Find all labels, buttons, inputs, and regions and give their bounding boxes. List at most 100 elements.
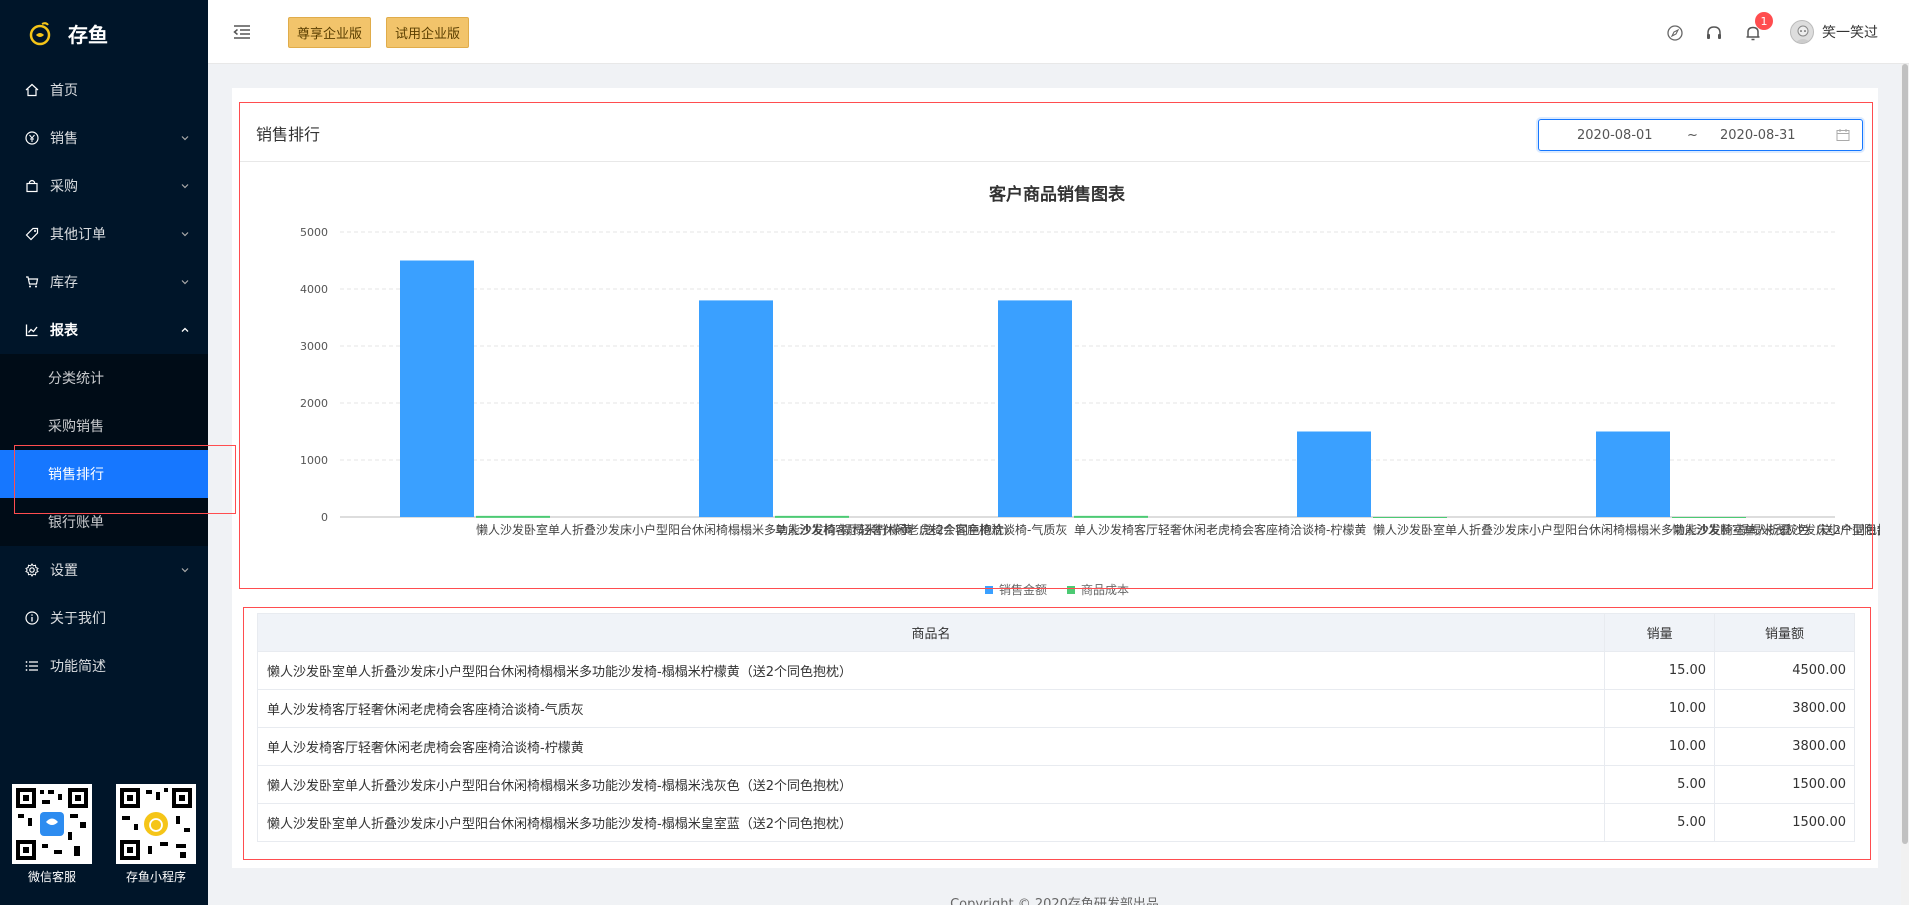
x-tick-label: 单人沙发椅客厅轻奢休闲老虎椅会客座椅洽谈椅-柠檬黄 — [1074, 522, 1366, 537]
sidebar-subitem-category-stats[interactable]: 分类统计 — [0, 354, 208, 402]
legend-swatch — [1067, 586, 1075, 594]
bar-product-cost — [1074, 515, 1148, 518]
sidebar-item-inventory[interactable]: 库存 — [0, 258, 208, 306]
y-tick-label: 4000 — [300, 283, 328, 296]
sidebar-item-label: 首页 — [50, 83, 78, 99]
qr-code-image — [116, 784, 196, 864]
sidebar-subitem-purchase-sales[interactable]: 采购销售 — [0, 402, 208, 450]
table-row[interactable]: 懒人沙发卧室单人折叠沙发床小户型阳台休闲椅榻榻米多功能沙发椅-榻榻米浅灰色（送2… — [256, 765, 1855, 804]
premium-edition-button[interactable]: 尊享企业版 — [288, 17, 372, 48]
cell-quantity: 5.00 — [1604, 803, 1716, 842]
chevron-down-icon — [181, 232, 189, 237]
page-title: 销售排行 — [256, 125, 321, 144]
bar-product-cost — [1672, 517, 1746, 518]
sidebar-item-home[interactable]: 首页 — [0, 66, 208, 114]
compass-icon[interactable] — [1666, 24, 1684, 42]
sidebar: 存鱼 首页 销售 采购 其他订单 库存 报表 分类统计 采购销售 销售排行 银行… — [0, 0, 208, 905]
bag-icon — [24, 178, 40, 194]
y-tick-label: 3000 — [300, 340, 328, 353]
y-tick-label: 1000 — [300, 454, 328, 467]
table-row[interactable]: 单人沙发椅客厅轻奢休闲老虎椅会客座椅洽谈椅-气质灰 10.00 3800.00 — [256, 689, 1855, 728]
chevron-down-icon — [181, 136, 189, 141]
bar-sales-amount — [1297, 431, 1371, 517]
qr-wechat: 微信客服 — [12, 784, 92, 885]
menu-fold-icon[interactable] — [232, 22, 252, 42]
tag-icon — [24, 226, 40, 242]
qr-area: 微信客服 存鱼小程序 — [12, 784, 196, 885]
headset-icon[interactable] — [1705, 24, 1723, 42]
y-tick-label: 2000 — [300, 397, 328, 410]
bar-product-cost — [1373, 517, 1447, 518]
qr-label: 微信客服 — [27, 870, 76, 884]
cell-amount: 1500.00 — [1714, 765, 1855, 804]
sidebar-item-label: 报表 — [50, 323, 78, 339]
list-icon — [24, 658, 40, 674]
calendar-icon — [1836, 129, 1850, 141]
bar-product-cost — [775, 515, 849, 518]
sidebar-item-settings[interactable]: 设置 — [0, 546, 208, 594]
cell-quantity: 10.00 — [1604, 689, 1716, 728]
home-icon — [24, 82, 40, 98]
cell-product: 单人沙发椅客厅轻奢休闲老虎椅会客座椅洽谈椅-柠檬黄 — [256, 727, 1606, 766]
cell-product: 单人沙发椅客厅轻奢休闲老虎椅会客座椅洽谈椅-气质灰 — [256, 689, 1606, 728]
table-row[interactable]: 单人沙发椅客厅轻奢休闲老虎椅会客座椅洽谈椅-柠檬黄 10.00 3800.00 — [256, 727, 1855, 766]
chevron-up-icon — [181, 327, 189, 332]
cell-product: 懒人沙发卧室单人折叠沙发床小户型阳台休闲椅榻榻米多功能沙发椅-榻榻米柠檬黄（送2… — [256, 651, 1606, 690]
date-end[interactable]: 2020-08-31 — [1720, 128, 1796, 143]
user-name: 笑一笑过 — [1822, 25, 1878, 41]
cell-quantity: 10.00 — [1604, 727, 1716, 766]
chart-title: 客户商品销售图表 — [989, 185, 1125, 205]
chevron-down-icon — [181, 280, 189, 285]
table-header-row: 商品名 销量 销量额 — [256, 613, 1855, 652]
legend-label: 销售金额 — [999, 582, 1047, 597]
sidebar-subitem-bank-statement[interactable]: 银行账单 — [0, 498, 208, 546]
user-menu[interactable]: 笑一笑过 — [1790, 20, 1878, 44]
sidebar-item-about[interactable]: 关于我们 — [0, 594, 208, 642]
x-tick-label: 单人沙发椅客厅轻奢休闲老虎椅会客座椅洽谈椅-气质灰 — [775, 522, 1067, 537]
sidebar-item-label: 功能简述 — [50, 659, 106, 675]
scrollbar-thumb[interactable] — [1902, 64, 1908, 844]
sidebar-item-other-orders[interactable]: 其他订单 — [0, 210, 208, 258]
trial-edition-button[interactable]: 试用企业版 — [386, 17, 470, 48]
bar-product-cost — [476, 515, 550, 518]
sidebar-item-label: 采购 — [50, 179, 78, 195]
sidebar-item-label: 设置 — [50, 563, 78, 579]
footer: Copyright © 2020存鱼研发部出品 — [950, 897, 1159, 905]
avatar — [1790, 20, 1814, 44]
sidebar-item-reports[interactable]: 报表 — [0, 306, 208, 354]
chevron-down-icon — [181, 184, 189, 189]
sidebar-subitem-sales-ranking[interactable]: 销售排行 — [0, 450, 208, 498]
date-separator: ~ — [1687, 127, 1698, 143]
column-header-amount: 销量额 — [1714, 613, 1855, 652]
column-header-quantity: 销量 — [1604, 613, 1716, 652]
bar-sales-amount — [699, 300, 773, 517]
table-row[interactable]: 懒人沙发卧室单人折叠沙发床小户型阳台休闲椅榻榻米多功能沙发椅-榻榻米柠檬黄（送2… — [256, 651, 1855, 690]
sidebar-item-purchase[interactable]: 采购 — [0, 162, 208, 210]
app-logo[interactable]: 存鱼 — [0, 0, 208, 66]
info-icon — [24, 610, 40, 626]
sidebar-item-label: 销售 — [50, 131, 78, 147]
cart-icon — [24, 274, 40, 290]
sidebar-item-features[interactable]: 功能简述 — [0, 642, 208, 690]
qr-code-image — [12, 784, 92, 864]
sidebar-item-label: 库存 — [50, 275, 78, 291]
scrollbar[interactable] — [1901, 64, 1909, 905]
legend-label: 商品成本 — [1081, 582, 1129, 597]
chevron-down-icon — [181, 568, 189, 573]
bar-sales-amount — [998, 300, 1072, 517]
reports-submenu: 分类统计 采购销售 销售排行 银行账单 — [0, 354, 208, 546]
cell-amount: 4500.00 — [1714, 651, 1855, 690]
y-tick-label: 0 — [321, 511, 328, 524]
sales-chart: 客户商品销售图表 0 1000 2000 3000 4000 5000 懒人沙发卧室单人折叠… — [240, 170, 1909, 610]
card-header: 销售排行 2020-08-01 ~ 2020-08-31 — [240, 104, 1870, 162]
app-name: 存鱼 — [68, 22, 108, 47]
bar-sales-amount — [400, 260, 474, 517]
date-start[interactable]: 2020-08-01 — [1577, 128, 1653, 143]
date-range-picker[interactable]: 2020-08-01 ~ 2020-08-31 — [1538, 119, 1863, 151]
table-row[interactable]: 懒人沙发卧室单人折叠沙发床小户型阳台休闲椅榻榻米多功能沙发椅-榻榻米皇室蓝（送2… — [256, 803, 1855, 842]
sidebar-item-sales[interactable]: 销售 — [0, 114, 208, 162]
chart-svg: 0 1000 2000 3000 4000 5000 懒人沙发卧室单人折叠沙发床小户型阳台休… — [300, 226, 1909, 597]
yen-icon — [24, 130, 40, 146]
qr-label: 存鱼小程序 — [125, 870, 186, 884]
cell-amount: 3800.00 — [1714, 689, 1855, 728]
